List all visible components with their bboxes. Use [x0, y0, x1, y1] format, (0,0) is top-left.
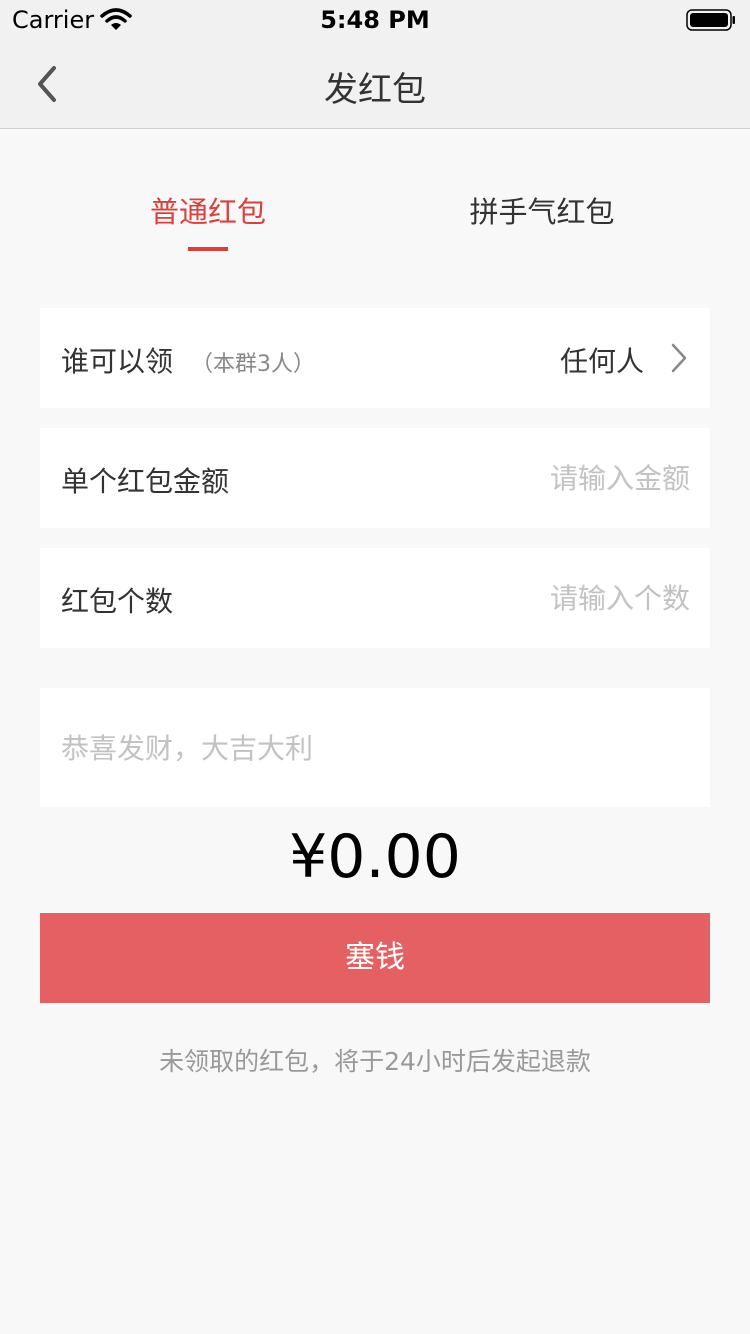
refund-notice: 未领取的红包，将于24小时后发起退款: [159, 1047, 591, 1076]
submit-money-button[interactable]: 塞钱: [40, 913, 710, 1003]
message-input[interactable]: [61, 720, 681, 776]
tab-normal-packet[interactable]: 普通红包: [130, 189, 286, 231]
recipient-value: 任何人: [559, 345, 644, 378]
count-label: 红包个数: [61, 585, 174, 618]
tab-lucky-packet[interactable]: 拼手气红包: [450, 189, 634, 231]
status-time: 5:48 PM: [320, 6, 430, 34]
packet-type-tabs: 普通红包 拼手气红包: [0, 129, 750, 279]
message-box: [40, 688, 710, 807]
recipient-row[interactable]: 谁可以领 （本群3人） 任何人: [40, 308, 710, 408]
amount-label: 单个红包金额: [61, 465, 230, 498]
recipient-label: 谁可以领 （本群3人）: [61, 345, 316, 378]
active-tab-indicator: [188, 247, 228, 251]
chevron-right-icon: [671, 343, 687, 373]
count-input[interactable]: [390, 572, 690, 624]
battery-icon: [686, 9, 735, 31]
status-bar: Carrier 5:48 PM: [0, 0, 750, 40]
count-row: 红包个数: [40, 548, 710, 648]
amount-row: 单个红包金额: [40, 428, 710, 528]
page-title: 发红包: [324, 70, 426, 110]
total-amount: ¥0.00: [289, 822, 461, 892]
amount-input[interactable]: [390, 452, 690, 504]
navigation-bar: 发红包: [0, 40, 750, 129]
group-size-note: （本群3人）: [191, 352, 316, 377]
